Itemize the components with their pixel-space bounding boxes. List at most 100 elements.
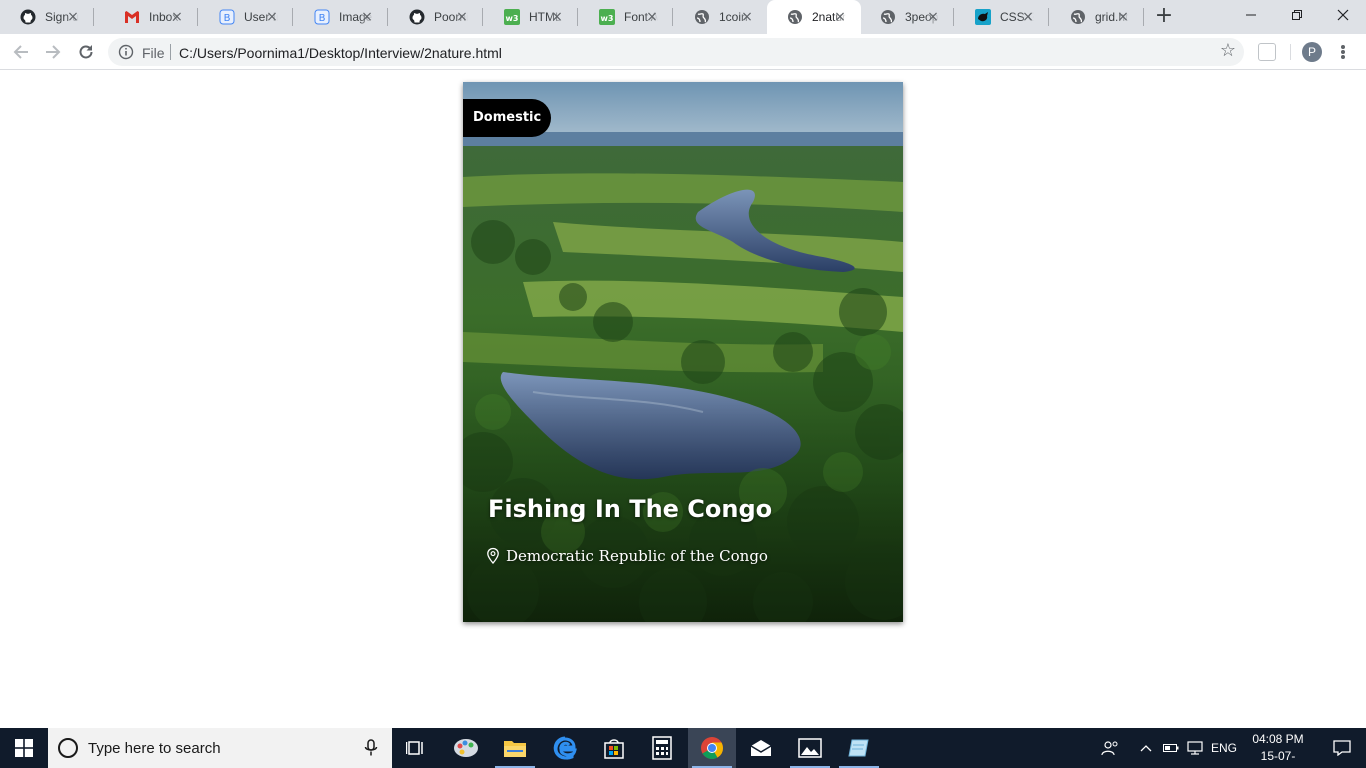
clock-date: 15-07-2019 bbox=[1260, 749, 1296, 768]
system-clock[interactable]: 04:08 PM 15-07-2019 bbox=[1248, 731, 1308, 768]
folder-icon bbox=[504, 741, 526, 757]
taskbar-app-paint[interactable] bbox=[442, 728, 490, 768]
w3schools-icon: w3 bbox=[504, 9, 520, 25]
microphone-icon[interactable] bbox=[364, 739, 378, 757]
tab-separator bbox=[387, 8, 388, 26]
tab-close-icon[interactable]: × bbox=[1116, 10, 1130, 24]
reload-button[interactable] bbox=[73, 39, 99, 65]
browser-menu-icon[interactable] bbox=[1340, 42, 1346, 62]
browser-tab[interactable]: grid.html× bbox=[1050, 0, 1144, 34]
tab-separator bbox=[577, 8, 578, 26]
notification-icon bbox=[1333, 740, 1351, 756]
tab-separator bbox=[197, 8, 198, 26]
task-view-button[interactable] bbox=[392, 728, 440, 768]
battery-icon[interactable] bbox=[1162, 728, 1180, 768]
destination-card[interactable]: Domestic Fishing In The Congo Democratic… bbox=[463, 82, 903, 622]
store-bag-icon bbox=[604, 739, 624, 759]
tab-close-icon[interactable]: × bbox=[265, 10, 279, 24]
taskbar-mail[interactable] bbox=[737, 728, 785, 768]
browser-tab[interactable]: 3people× bbox=[860, 0, 954, 34]
browser-tab[interactable]: Poornima× bbox=[389, 0, 483, 34]
tab-close-icon[interactable]: × bbox=[360, 10, 374, 24]
task-view-icon bbox=[406, 741, 423, 755]
tab-close-icon[interactable]: × bbox=[66, 10, 80, 24]
extension-icon[interactable] bbox=[1258, 43, 1276, 61]
taskbar-photos[interactable] bbox=[786, 728, 834, 768]
close-window-button[interactable] bbox=[1320, 0, 1366, 30]
network-icon[interactable] bbox=[1186, 728, 1204, 768]
address-divider bbox=[170, 44, 171, 60]
tab-close-icon[interactable]: × bbox=[550, 10, 564, 24]
browser-tab[interactable]: CSS Grid× bbox=[955, 0, 1049, 34]
tab-strip: Sign up× Inbox×BUser Interface×BImage×Poo… bbox=[0, 0, 1366, 34]
cortana-icon bbox=[58, 738, 78, 758]
svg-text:B: B bbox=[224, 13, 231, 24]
tab-close-icon[interactable]: × bbox=[455, 10, 469, 24]
browser-tab[interactable]: B Image × bbox=[294, 0, 388, 34]
globe-icon bbox=[694, 9, 710, 25]
tab-close-icon[interactable]: × bbox=[833, 10, 847, 24]
landscape-photo bbox=[463, 82, 903, 622]
bootstrap-icon: B bbox=[314, 9, 330, 25]
windows-taskbar: Type here to search ENG 04:08 PM 15-07- bbox=[0, 728, 1366, 768]
tab-close-icon[interactable]: × bbox=[740, 10, 754, 24]
globe-icon bbox=[1070, 9, 1086, 25]
tab-separator bbox=[953, 8, 954, 26]
restore-button[interactable] bbox=[1274, 0, 1320, 30]
card-title: Fishing In The Congo bbox=[488, 495, 773, 523]
tab-close-icon[interactable]: × bbox=[170, 10, 184, 24]
browser-tab[interactable]: BUser Interface× bbox=[199, 0, 293, 34]
calculator-icon bbox=[652, 736, 672, 760]
action-center-button[interactable] bbox=[1318, 728, 1366, 768]
browser-tab[interactable]: Inbox × bbox=[104, 0, 198, 34]
taskbar-chrome[interactable] bbox=[688, 728, 736, 768]
taskbar-edge[interactable] bbox=[541, 728, 589, 768]
tab-close-icon[interactable]: × bbox=[926, 10, 940, 24]
taskbar-notepad[interactable] bbox=[835, 728, 883, 768]
taskbar-calculator[interactable] bbox=[638, 728, 686, 768]
address-bar[interactable]: File C:/Users/Poornima1/Desktop/Intervie… bbox=[108, 38, 1244, 66]
language-indicator[interactable]: ENG bbox=[1206, 728, 1242, 768]
svg-text:B: B bbox=[319, 13, 326, 24]
codepen-icon bbox=[975, 9, 991, 25]
browser-tab[interactable]: Sign up× bbox=[0, 0, 94, 34]
w3schools-icon: w3 bbox=[599, 9, 615, 25]
minimize-button[interactable] bbox=[1228, 0, 1274, 30]
people-icon[interactable] bbox=[1100, 728, 1120, 768]
github-icon bbox=[20, 9, 36, 25]
tab-close-icon[interactable]: × bbox=[645, 10, 659, 24]
taskbar-store[interactable] bbox=[590, 728, 638, 768]
paint-palette-icon bbox=[454, 739, 478, 757]
globe-icon bbox=[880, 9, 896, 25]
start-button[interactable] bbox=[0, 728, 48, 768]
url-text[interactable]: C:/Users/Poornima1/Desktop/Interview/2na… bbox=[179, 45, 502, 61]
file-label: File bbox=[142, 45, 165, 61]
tab-separator bbox=[1048, 8, 1049, 26]
arrow-left-icon bbox=[13, 45, 28, 59]
browser-tab[interactable]: 1coin × bbox=[674, 0, 768, 34]
taskbar-search-box[interactable]: Type here to search bbox=[48, 728, 392, 768]
tab-separator bbox=[1143, 8, 1144, 26]
map-pin-icon bbox=[487, 547, 499, 564]
notepad-icon bbox=[848, 739, 869, 757]
chevron-up-icon[interactable] bbox=[1138, 728, 1154, 768]
edge-browser-icon bbox=[553, 736, 577, 760]
back-button[interactable] bbox=[8, 39, 34, 65]
minimize-icon bbox=[1246, 14, 1256, 16]
windows-logo-icon bbox=[15, 739, 33, 757]
close-icon bbox=[1337, 9, 1349, 21]
new-tab-button[interactable]: + bbox=[1153, 5, 1175, 28]
taskbar-file-explorer[interactable] bbox=[491, 728, 539, 768]
browser-tab[interactable]: w3Font Awesome× bbox=[579, 0, 673, 34]
card-location: Democratic Republic of the Congo bbox=[486, 547, 768, 565]
tab-separator bbox=[93, 8, 94, 26]
tab-close-icon[interactable]: × bbox=[1021, 10, 1035, 24]
forward-button[interactable] bbox=[40, 39, 66, 65]
info-icon[interactable] bbox=[118, 44, 134, 60]
bookmark-star-icon[interactable]: ☆ bbox=[1220, 41, 1236, 61]
globe-icon bbox=[787, 9, 803, 25]
browser-tab[interactable]: w3 HTML × bbox=[484, 0, 578, 34]
profile-avatar[interactable]: P bbox=[1302, 42, 1322, 62]
browser-tab[interactable]: 2nature× bbox=[767, 0, 861, 34]
search-placeholder: Type here to search bbox=[88, 740, 221, 757]
